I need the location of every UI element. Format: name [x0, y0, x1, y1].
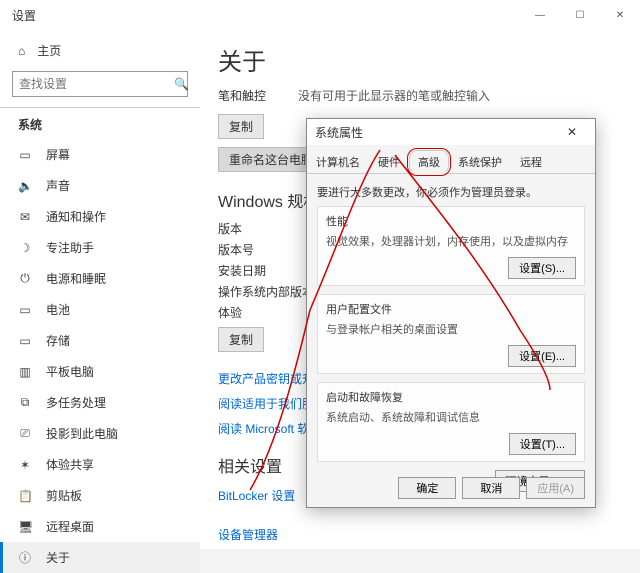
nav-label: 体验共享	[46, 456, 94, 473]
nav-label: 平板电脑	[46, 363, 94, 380]
nav-icon: ▭	[18, 334, 32, 348]
nav-icon: ▭	[18, 303, 32, 317]
nav-icon: ⧉	[18, 395, 32, 410]
startup-recovery-settings-button[interactable]: 设置(T)...	[509, 433, 576, 455]
nav-label: 电池	[46, 301, 70, 318]
nav-icon: ⓘ	[18, 549, 32, 566]
search-input[interactable]	[19, 77, 174, 91]
nav-icon: ✉	[18, 210, 32, 224]
home-link[interactable]: ⌂ 主页	[0, 36, 200, 65]
home-label: 主页	[37, 42, 61, 59]
performance-title: 性能	[326, 213, 576, 229]
nav-label: 剪贴板	[46, 487, 82, 504]
sidebar-item-2[interactable]: ✉ 通知和操作	[0, 201, 200, 232]
search-icon: 🔍	[174, 77, 189, 91]
user-profile-title: 用户配置文件	[326, 301, 576, 317]
nav-label: 存储	[46, 332, 70, 349]
search-input-wrapper[interactable]: 🔍	[12, 71, 188, 97]
sidebar-item-3[interactable]: ☽ 专注助手	[0, 232, 200, 263]
sidebar-item-12[interactable]: 🖥 远程桌面	[0, 511, 200, 542]
related-link[interactable]: 设备管理器	[218, 522, 622, 547]
sidebar: ⌂ 主页 🔍 系统 ▭ 屏幕 🔈 声音 ✉ 通知和操作 ☽ 专注助手 ⏻ 电源和睡眠 ▭ 电池 ▭ 存储 ▥…	[0, 30, 200, 549]
nav-icon: ⎚	[18, 426, 32, 441]
nav-icon: ⏻	[18, 271, 32, 286]
window-maximize-button[interactable]: ☐	[560, 0, 600, 30]
window-title: 设置	[12, 7, 520, 24]
sidebar-item-13[interactable]: ⓘ 关于	[0, 542, 200, 573]
sidebar-item-5[interactable]: ▭ 电池	[0, 294, 200, 325]
nav-icon: ☽	[18, 241, 32, 255]
performance-desc: 视觉效果，处理器计划，内存使用，以及虚拟内存	[326, 233, 576, 249]
pen-touch-value: 没有可用于此显示器的笔或触控输入	[298, 87, 490, 104]
performance-group: 性能 视觉效果，处理器计划，内存使用，以及虚拟内存 设置(S)...	[317, 206, 585, 286]
user-profile-desc: 与登录帐户相关的桌面设置	[326, 321, 576, 337]
nav-icon: ▥	[18, 365, 32, 379]
nav-label: 投影到此电脑	[46, 425, 118, 442]
nav-label: 关于	[46, 549, 70, 566]
copy-button-1[interactable]: 复制	[218, 114, 264, 139]
nav-icon: ✶	[18, 458, 32, 472]
nav-label: 声音	[46, 177, 70, 194]
dialog-tab-2[interactable]: 高级	[409, 150, 449, 174]
nav-label: 专注助手	[46, 239, 94, 256]
sidebar-item-0[interactable]: ▭ 屏幕	[0, 139, 200, 170]
dialog-title: 系统属性	[315, 124, 557, 141]
dialog-tabs: 计算机名硬件高级系统保护远程	[307, 145, 595, 174]
dialog-cancel-button[interactable]: 取消	[462, 477, 520, 499]
nav-label: 多任务处理	[46, 394, 106, 411]
user-profile-group: 用户配置文件 与登录帐户相关的桌面设置 设置(E)...	[317, 294, 585, 374]
nav-list: ▭ 屏幕 🔈 声音 ✉ 通知和操作 ☽ 专注助手 ⏻ 电源和睡眠 ▭ 电池 ▭ 存储 ▥ 平板电脑 ⧉ 多任务处理…	[0, 139, 200, 573]
startup-recovery-desc: 系统启动、系统故障和调试信息	[326, 409, 576, 425]
nav-label: 远程桌面	[46, 518, 94, 535]
sidebar-item-8[interactable]: ⧉ 多任务处理	[0, 387, 200, 418]
sidebar-item-11[interactable]: 📋 剪贴板	[0, 480, 200, 511]
dialog-ok-button[interactable]: 确定	[398, 477, 456, 499]
sidebar-item-10[interactable]: ✶ 体验共享	[0, 449, 200, 480]
nav-icon: ▭	[18, 148, 32, 162]
dialog-tab-4[interactable]: 远程	[511, 150, 551, 174]
page-title: 关于	[218, 42, 622, 77]
sidebar-item-9[interactable]: ⎚ 投影到此电脑	[0, 418, 200, 449]
copy-button-2[interactable]: 复制	[218, 327, 264, 352]
dialog-close-button[interactable]: ✕	[557, 125, 587, 139]
sidebar-item-6[interactable]: ▭ 存储	[0, 325, 200, 356]
nav-label: 通知和操作	[46, 208, 106, 225]
window-minimize-button[interactable]: —	[520, 0, 560, 30]
nav-icon: 🔈	[18, 179, 32, 193]
nav-icon: 🖥	[18, 520, 32, 534]
window-close-button[interactable]: ✕	[600, 0, 640, 30]
nav-label: 电源和睡眠	[46, 270, 106, 287]
user-profile-settings-button[interactable]: 设置(E)...	[508, 345, 576, 367]
system-properties-dialog: 系统属性 ✕ 计算机名硬件高级系统保护远程 要进行大多数更改，你必须作为管理员登…	[306, 118, 596, 508]
section-heading: 系统	[0, 107, 200, 139]
home-icon: ⌂	[18, 44, 25, 58]
nav-label: 屏幕	[46, 146, 70, 163]
sidebar-item-4[interactable]: ⏻ 电源和睡眠	[0, 263, 200, 294]
nav-icon: 📋	[18, 489, 32, 503]
sidebar-item-7[interactable]: ▥ 平板电脑	[0, 356, 200, 387]
sidebar-item-1[interactable]: 🔈 声音	[0, 170, 200, 201]
pen-touch-label: 笔和触控	[218, 87, 298, 104]
admin-note: 要进行大多数更改，你必须作为管理员登录。	[317, 184, 585, 200]
performance-settings-button[interactable]: 设置(S)...	[508, 257, 576, 279]
dialog-tab-0[interactable]: 计算机名	[307, 150, 369, 174]
dialog-tab-1[interactable]: 硬件	[369, 150, 409, 174]
window-titlebar: 设置 — ☐ ✕	[0, 0, 640, 30]
dialog-tab-3[interactable]: 系统保护	[449, 150, 511, 174]
startup-recovery-title: 启动和故障恢复	[326, 389, 576, 405]
startup-recovery-group: 启动和故障恢复 系统启动、系统故障和调试信息 设置(T)...	[317, 382, 585, 462]
dialog-apply-button[interactable]: 应用(A)	[526, 477, 585, 499]
